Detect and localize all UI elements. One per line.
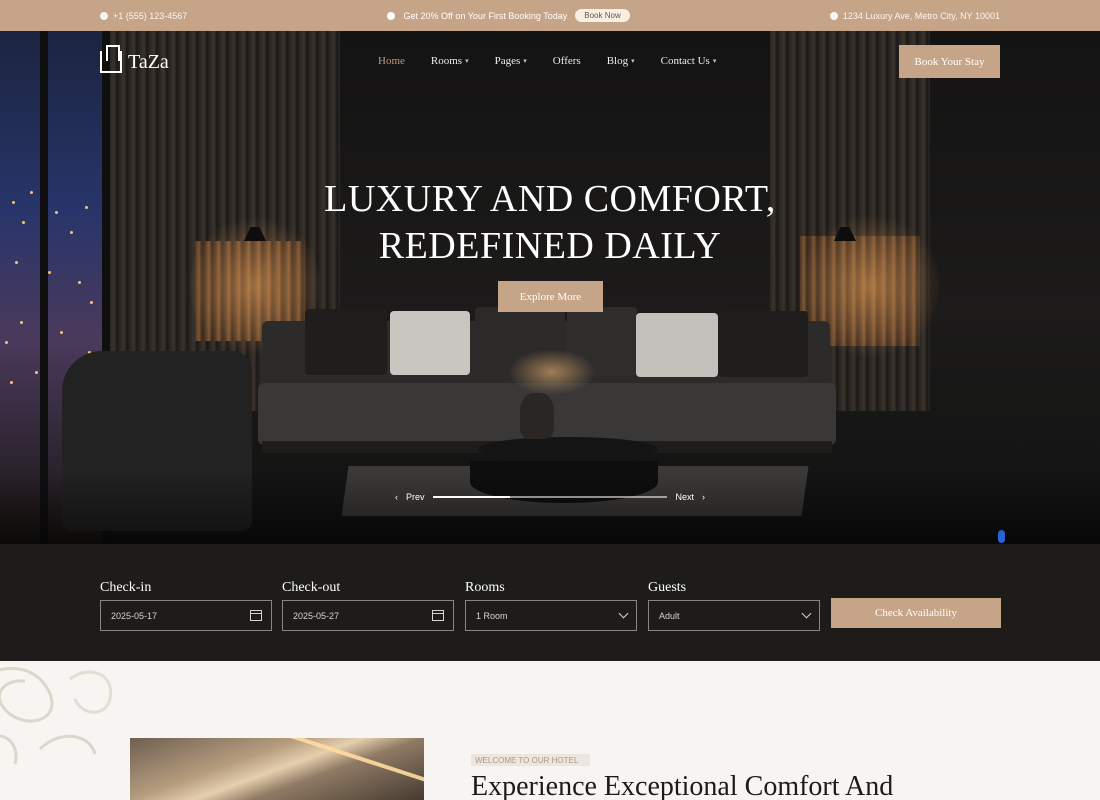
explore-more-button[interactable]: Explore More <box>498 281 603 312</box>
check-in-input[interactable]: 2025-05-17 <box>100 600 272 631</box>
hero-title-line-1: LUXURY AND COMFORT, <box>324 178 776 220</box>
guests-select[interactable]: Adult <box>648 600 820 631</box>
calendar-icon[interactable] <box>432 610 444 621</box>
nav-menu: Home Rooms ▾ Pages ▾ Offers Blog ▾ Contact Us ▾ <box>378 55 742 67</box>
city-light <box>35 371 38 374</box>
vase <box>520 393 554 439</box>
promo-text: Get 20% Off on Your First Booking Today <box>403 10 568 21</box>
coffee-table <box>478 437 658 461</box>
chevron-down-icon: ▾ <box>631 57 635 65</box>
gift-icon <box>387 11 396 20</box>
city-light <box>60 331 63 334</box>
check-in-field: Check-in 2025-05-17 <box>100 580 272 631</box>
window-frame <box>40 31 48 544</box>
nav-item-label: Rooms <box>430 55 463 67</box>
chevron-left-icon[interactable]: ‹ <box>395 492 398 502</box>
slider-progress-fill <box>432 496 511 498</box>
nav-item-pages[interactable]: Pages ▾ <box>495 55 527 67</box>
city-light <box>90 301 93 304</box>
city-light <box>10 381 13 384</box>
floor-shadow <box>0 471 1100 544</box>
book-your-stay-button[interactable]: Book Your Stay <box>899 45 1000 78</box>
about-image <box>130 738 424 800</box>
check-in-value: 2025-05-17 <box>111 610 158 621</box>
nav-item-label: Offers <box>552 55 581 67</box>
phone-text: +1 (555) 123-4567 <box>113 10 188 21</box>
topbar-phone[interactable]: +1 (555) 123-4567 <box>100 11 187 21</box>
check-out-value: 2025-05-27 <box>293 610 340 621</box>
chevron-down-icon: ▾ <box>712 57 717 65</box>
nav-item-label: Pages <box>494 55 521 67</box>
pillow <box>390 311 470 375</box>
decorative-pattern <box>0 666 113 765</box>
check-in-label: Check-in <box>100 580 152 595</box>
slider-prev[interactable]: Prev <box>406 492 425 502</box>
nav-item-contact-us[interactable]: Contact Us ▾ <box>661 55 717 67</box>
guests-value: Adult <box>659 610 680 621</box>
phone-icon <box>100 11 108 20</box>
check-out-field: Check-out 2025-05-27 <box>282 580 454 631</box>
dried-flowers <box>508 349 596 395</box>
rooms-field: Rooms 1 Room <box>465 580 637 631</box>
brand-name: TaZa <box>128 50 169 73</box>
city-light <box>20 321 23 324</box>
building-icon <box>100 45 122 73</box>
main-navigation: TaZa Home Rooms ▾ Pages ▾ Offers Blog ▾ Contact … <box>100 45 1000 79</box>
guests-field: Guests Adult <box>648 580 820 631</box>
location-pin-icon <box>829 11 838 20</box>
pillow <box>636 313 718 377</box>
chevron-down-icon <box>618 608 629 619</box>
check-out-label: Check-out <box>282 580 341 595</box>
hero-section: LUXURY AND COMFORT, REDEFINED DAILY Expl… <box>0 31 1100 544</box>
nav-item-blog[interactable]: Blog ▾ <box>607 55 635 67</box>
city-light <box>78 281 81 284</box>
nav-item-home[interactable]: Home <box>378 55 405 67</box>
hero-title: LUXURY AND COMFORT, REDEFINED DAILY <box>0 176 1100 270</box>
topbar-promo: Get 20% Off on Your First Booking Today … <box>387 9 630 22</box>
nav-item-label: Blog <box>606 55 629 67</box>
chevron-down-icon <box>801 608 812 619</box>
hero-title-line-2: REDEFINED DAILY <box>378 225 722 267</box>
topbar-address[interactable]: 1234 Luxury Ave, Metro City, NY 10001 <box>829 10 1000 21</box>
check-out-input[interactable]: 2025-05-27 <box>282 600 454 631</box>
brand-logo[interactable]: TaZa <box>100 45 169 74</box>
hero-slider-control: ‹ Prev Next › <box>395 490 705 504</box>
top-bar: +1 (555) 123-4567 Get 20% Off on Your Fi… <box>0 0 1100 31</box>
nav-item-rooms[interactable]: Rooms ▾ <box>431 55 469 67</box>
about-section: WELCOME TO OUR HOTEL Experience Exceptio… <box>0 661 1100 800</box>
guests-label: Guests <box>648 580 687 595</box>
about-title: Experience Exceptional Comfort And <box>471 771 894 800</box>
calendar-icon[interactable] <box>250 610 262 621</box>
nav-item-label: Contact Us <box>660 55 710 67</box>
promo-book-button[interactable]: Book Now <box>575 9 630 22</box>
rooms-value: 1 Room <box>476 610 508 621</box>
chevron-down-icon: ▾ <box>523 57 527 65</box>
nav-item-label: Home <box>378 55 405 67</box>
address-text: 1234 Luxury Ave, Metro City, NY 10001 <box>842 10 1000 21</box>
chevron-down-icon: ▾ <box>465 57 469 65</box>
rooms-select[interactable]: 1 Room <box>465 600 637 631</box>
about-tag: WELCOME TO OUR HOTEL <box>471 754 590 766</box>
chat-widget-icon[interactable] <box>998 530 1005 543</box>
rooms-label: Rooms <box>465 580 505 595</box>
pillow <box>305 309 387 375</box>
pillow <box>718 311 808 377</box>
city-light <box>5 341 8 344</box>
city-light <box>48 271 51 274</box>
slider-next[interactable]: Next <box>675 492 694 502</box>
slider-progress[interactable] <box>432 496 668 498</box>
check-availability-button[interactable]: Check Availability <box>831 598 1001 628</box>
nav-item-offers[interactable]: Offers <box>553 55 581 67</box>
chevron-right-icon[interactable]: › <box>702 492 705 502</box>
